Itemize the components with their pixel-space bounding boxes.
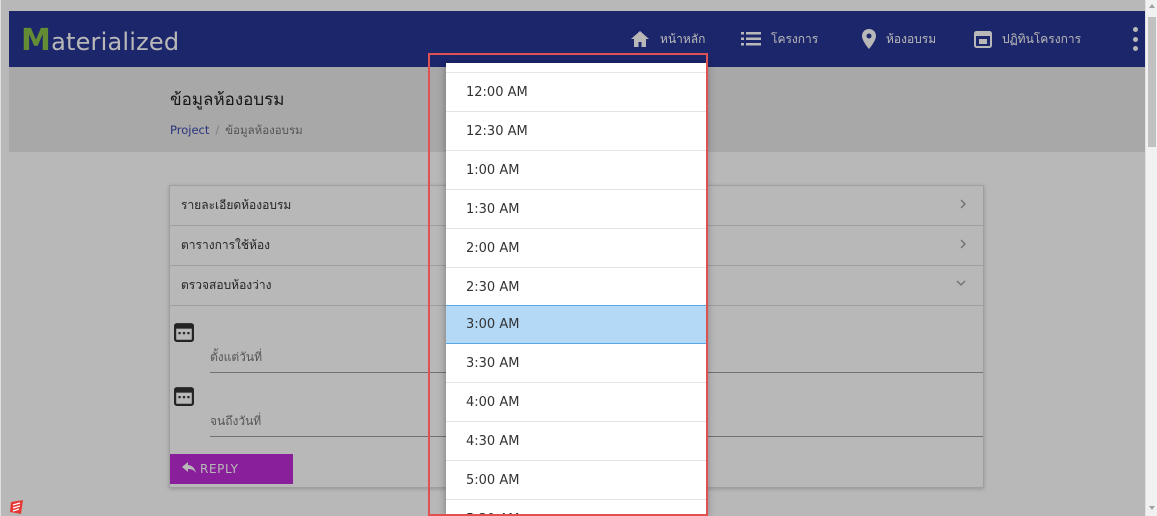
app-frame: Materialized หน้าหลัก โครงการ ห้องอบรม ป… (0, 0, 1145, 516)
page-scrollbar[interactable] (1145, 0, 1157, 516)
time-option[interactable]: 5:30 AM (446, 500, 707, 516)
time-dropdown[interactable]: 12:00 AM 12:30 AM 1:00 AM 1:30 AM 2:00 A… (446, 63, 707, 516)
time-option[interactable]: 5:00 AM (446, 461, 707, 500)
time-option[interactable]: 4:30 AM (446, 422, 707, 461)
time-option[interactable]: 2:00 AM (446, 229, 707, 268)
scroll-down-icon[interactable] (1149, 506, 1155, 510)
time-option[interactable]: 3:30 AM (446, 344, 707, 383)
time-option[interactable]: 4:00 AM (446, 383, 707, 422)
time-option-selected[interactable]: 3:00 AM (446, 305, 707, 344)
time-option[interactable]: 2:30 AM (446, 268, 707, 307)
scroll-up-icon[interactable] (1149, 4, 1155, 8)
time-option[interactable]: 12:30 AM (446, 112, 707, 151)
time-option[interactable]: 12:00 AM (446, 73, 707, 112)
scrollbar-thumb[interactable] (1148, 17, 1156, 147)
time-option[interactable]: 1:30 AM (446, 190, 707, 229)
dropdown-top-edge (446, 63, 707, 73)
time-option[interactable]: 1:00 AM (446, 151, 707, 190)
browser-extension-icon[interactable] (9, 498, 25, 516)
